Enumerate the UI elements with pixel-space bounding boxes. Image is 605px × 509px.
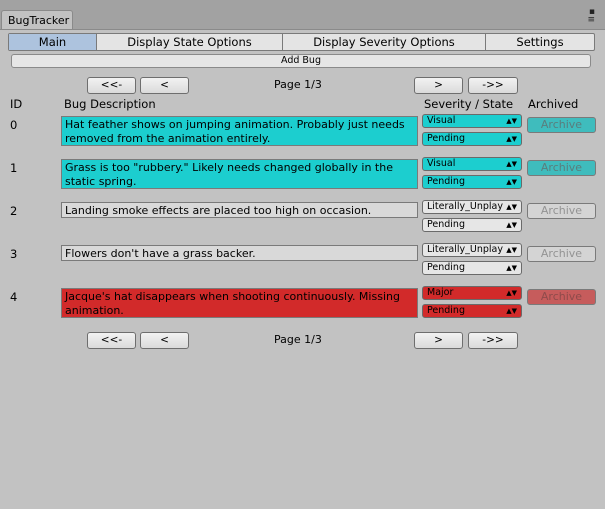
archive-button[interactable]: Archive	[527, 160, 596, 176]
state-dropdown[interactable]: Pending ▲▼	[422, 261, 522, 275]
dropdown-arrow-icon: ▲▼	[506, 160, 517, 168]
bug-description-field[interactable]: Hat feather shows on jumping animation. …	[61, 116, 418, 146]
dropdown-arrow-icon: ▲▼	[506, 203, 517, 211]
dropdown-arrow-icon: ▲▼	[506, 246, 517, 254]
bug-id: 1	[10, 161, 18, 175]
page-label: Page 1/3	[274, 78, 322, 91]
severity-dropdown[interactable]: Literally_Unplay ▲▼	[422, 200, 522, 214]
bug-id: 4	[10, 290, 18, 304]
window-menu-icon[interactable]: ▪ ≡	[587, 8, 595, 25]
dropdown-arrow-icon: ▲▼	[506, 117, 517, 125]
prev-page-button[interactable]: <	[140, 332, 189, 349]
next-page-button[interactable]: >	[414, 332, 463, 349]
state-dropdown[interactable]: Pending ▲▼	[422, 175, 522, 189]
last-page-button[interactable]: ->>	[468, 77, 518, 94]
severity-dropdown[interactable]: Major ▲▼	[422, 286, 522, 300]
header-severity-state: Severity / State	[424, 97, 514, 111]
add-bug-button[interactable]: Add Bug	[11, 54, 591, 68]
dropdown-arrow-icon: ▲▼	[506, 178, 517, 186]
archive-button[interactable]: Archive	[527, 117, 596, 133]
severity-dropdown[interactable]: Visual ▲▼	[422, 114, 522, 128]
window-titlebar: BugTracker ▪ ≡	[0, 0, 605, 30]
first-page-button[interactable]: <<-	[87, 77, 136, 94]
tab-settings[interactable]: Settings	[486, 34, 594, 50]
window-tab[interactable]: BugTracker	[1, 10, 73, 30]
archive-button[interactable]: Archive	[527, 203, 596, 219]
prev-page-button[interactable]: <	[140, 77, 189, 94]
tab-main[interactable]: Main	[9, 34, 97, 50]
last-page-button[interactable]: ->>	[468, 332, 518, 349]
bug-id: 0	[10, 118, 18, 132]
first-page-button[interactable]: <<-	[87, 332, 136, 349]
state-dropdown[interactable]: Pending ▲▼	[422, 132, 522, 146]
state-dropdown[interactable]: Pending ▲▼	[422, 304, 522, 318]
dropdown-arrow-icon: ▲▼	[506, 264, 517, 272]
header-archived: Archived	[528, 97, 579, 111]
severity-dropdown[interactable]: Visual ▲▼	[422, 157, 522, 171]
archive-button[interactable]: Archive	[527, 246, 596, 262]
bug-description-field[interactable]: Grass is too "rubbery." Likely needs cha…	[61, 159, 418, 189]
page-label: Page 1/3	[274, 333, 322, 346]
dropdown-arrow-icon: ▲▼	[506, 307, 517, 315]
tab-display-severity-options[interactable]: Display Severity Options	[283, 34, 486, 50]
header-description: Bug Description	[64, 97, 156, 111]
severity-dropdown[interactable]: Literally_Unplay ▲▼	[422, 243, 522, 257]
next-page-button[interactable]: >	[414, 77, 463, 94]
state-dropdown[interactable]: Pending ▲▼	[422, 218, 522, 232]
bug-description-field[interactable]: Flowers don't have a grass backer.	[61, 245, 418, 261]
archive-button[interactable]: Archive	[527, 289, 596, 305]
bug-id: 2	[10, 204, 18, 218]
dropdown-arrow-icon: ▲▼	[506, 289, 517, 297]
dropdown-arrow-icon: ▲▼	[506, 135, 517, 143]
dropdown-arrow-icon: ▲▼	[506, 221, 517, 229]
bug-description-field[interactable]: Jacque's hat disappears when shooting co…	[61, 288, 418, 318]
header-id: ID	[10, 97, 23, 111]
tab-display-state-options[interactable]: Display State Options	[97, 34, 283, 50]
toolbar: Main Display State Options Display Sever…	[8, 33, 595, 51]
bug-id: 3	[10, 247, 18, 261]
bug-description-field[interactable]: Landing smoke effects are placed too hig…	[61, 202, 418, 218]
